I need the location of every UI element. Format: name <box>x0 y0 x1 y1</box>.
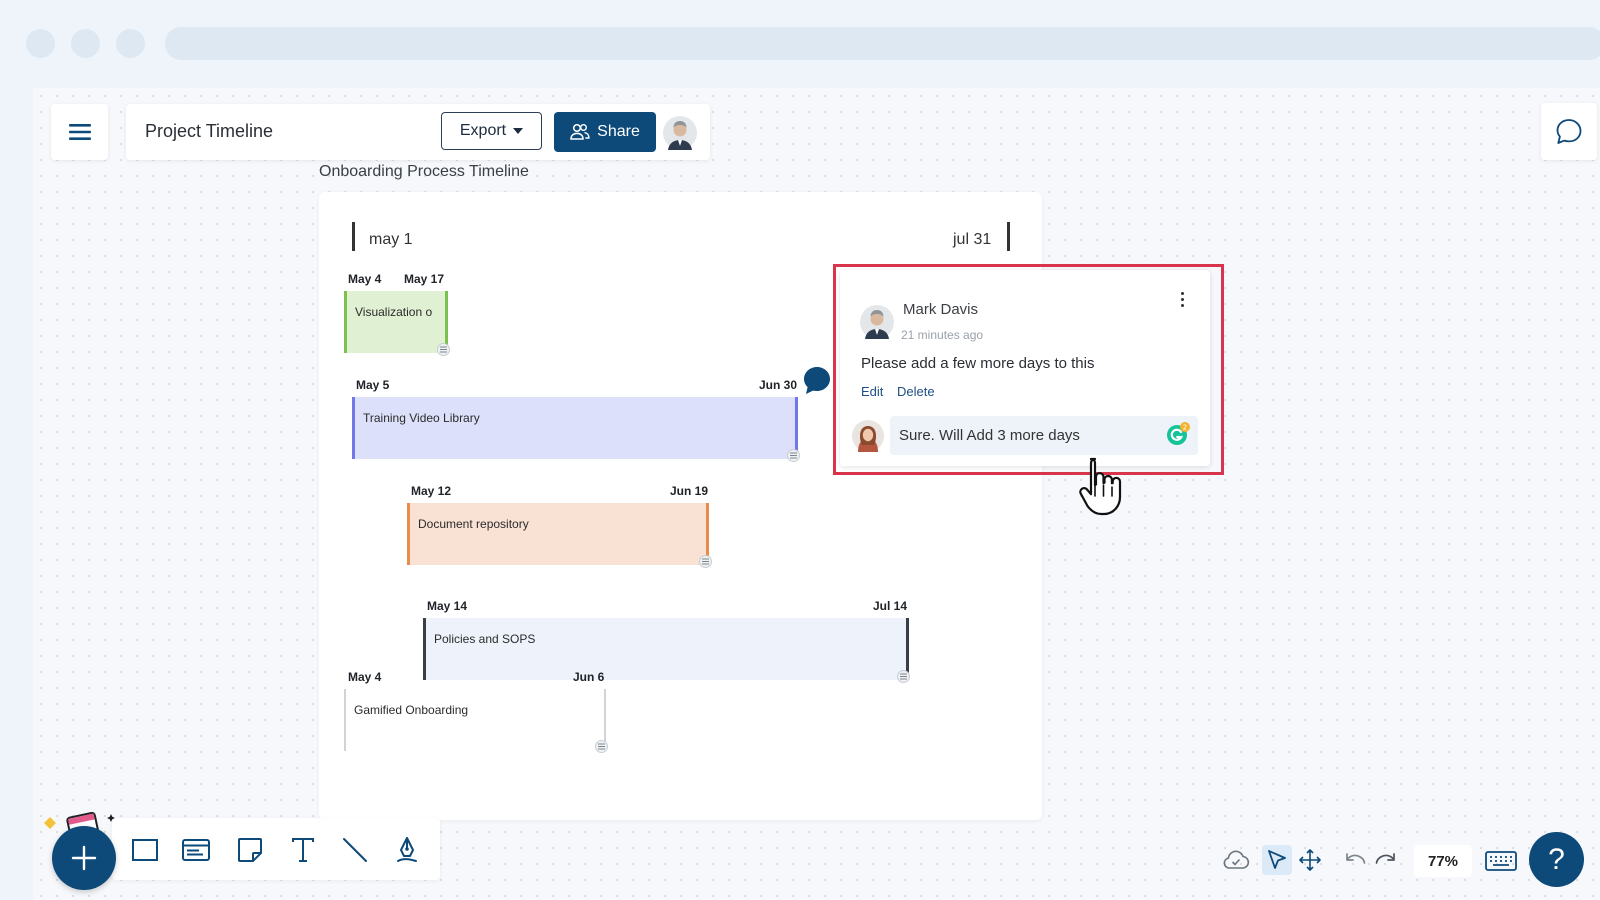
note-icon[interactable] <box>437 343 450 356</box>
bar-end-date: Jun 19 <box>670 484 709 498</box>
reply-text: Sure. Will Add 3 more days <box>899 427 1080 444</box>
cloud-icon <box>1223 850 1250 869</box>
card-tool[interactable] <box>182 836 210 864</box>
sticky-note-icon <box>238 838 262 862</box>
note-icon[interactable] <box>787 449 800 462</box>
note-icon[interactable] <box>595 740 608 753</box>
cloud-sync-button[interactable] <box>1221 845 1251 875</box>
share-button[interactable]: Share <box>554 112 656 152</box>
document-header: Project Timeline Export Share <box>126 104 710 160</box>
delete-comment-link[interactable]: Delete <box>897 384 935 399</box>
edit-comment-link[interactable]: Edit <box>861 384 883 399</box>
plus-icon <box>71 845 97 871</box>
timeline-bar[interactable]: Training Video Library <box>352 397 798 459</box>
shape-toolbar <box>112 818 440 880</box>
pen-icon <box>397 837 417 862</box>
redo-icon <box>1375 853 1395 864</box>
user-avatar[interactable] <box>663 116 697 150</box>
timeline-bar[interactable]: Visualization o <box>344 291 448 353</box>
timeline-end-marker <box>1007 222 1010 251</box>
text-icon <box>292 838 314 862</box>
rectangle-icon <box>132 839 158 861</box>
line-icon <box>343 838 367 862</box>
note-icon[interactable] <box>699 555 712 568</box>
text-tool[interactable] <box>289 836 317 864</box>
timeline-bar-label: Gamified Onboarding <box>354 703 469 717</box>
timeline-bar[interactable]: Gamified Onboarding <box>344 689 606 751</box>
timeline-bar-label: Visualization o <box>355 305 433 319</box>
pan-tool-button[interactable] <box>1295 845 1325 875</box>
help-button[interactable]: ? <box>1529 832 1584 887</box>
comments-panel-button[interactable] <box>1541 103 1597 160</box>
select-pointer-icon <box>1268 850 1286 869</box>
replier-avatar <box>852 420 884 452</box>
move-icon <box>1299 849 1321 871</box>
grammarly-count: 2 <box>1183 424 1187 432</box>
window-dot-maximize[interactable] <box>116 29 145 58</box>
user-group-icon <box>570 123 590 140</box>
bar-start-date: May 5 <box>356 378 390 392</box>
export-label: Export <box>459 122 507 139</box>
timeline-end-label: jul 31 <box>953 231 992 248</box>
comment-icon <box>1556 118 1582 144</box>
pen-tool[interactable] <box>393 836 421 864</box>
comment-marker-icon[interactable] <box>801 365 833 397</box>
undo-button[interactable] <box>1340 845 1370 875</box>
bar-end-date: May 17 <box>404 272 445 286</box>
keyboard-icon <box>1485 851 1517 871</box>
frame-title[interactable]: Onboarding Process Timeline <box>319 163 529 181</box>
add-button[interactable] <box>52 826 116 890</box>
project-title[interactable]: Project Timeline <box>145 121 273 142</box>
hand-pointer-cursor-icon <box>1079 457 1122 516</box>
address-bar[interactable] <box>165 27 1600 60</box>
timeline-bar[interactable]: Policies and SOPS <box>423 618 909 680</box>
bar-end-date: Jun 30 <box>759 378 798 392</box>
timeline-start-marker <box>352 222 355 251</box>
share-label: Share <box>597 123 640 140</box>
keyboard-shortcuts-button[interactable] <box>1485 846 1517 876</box>
sticky-note-tool[interactable] <box>236 836 264 864</box>
menu-icon <box>68 124 91 140</box>
more-options-icon[interactable] <box>1181 292 1184 307</box>
grammarly-icon[interactable]: 2 <box>1165 422 1191 446</box>
select-tool-button[interactable] <box>1262 845 1292 875</box>
main-menu-button[interactable] <box>51 104 108 160</box>
timeline-bar-label: Training Video Library <box>363 411 480 425</box>
bar-start-date: May 4 <box>348 272 382 286</box>
note-icon[interactable] <box>897 670 910 683</box>
bar-start-date: May 4 <box>348 670 382 684</box>
undo-icon <box>1346 853 1366 864</box>
commenter-avatar <box>860 305 894 339</box>
rectangle-tool[interactable] <box>131 836 159 864</box>
window-dot-minimize[interactable] <box>71 29 100 58</box>
bar-start-date: May 14 <box>427 599 468 613</box>
timeline-bar[interactable]: Document repository <box>407 503 709 565</box>
bar-end-date: Jul 14 <box>873 599 908 613</box>
timeline-start-label: may 1 <box>369 231 413 248</box>
card-icon <box>182 839 210 861</box>
comment-author: Mark Davis <box>903 301 979 318</box>
export-button[interactable]: Export <box>441 112 542 150</box>
zoom-level[interactable]: 77% <box>1414 845 1472 877</box>
reply-input[interactable]: Sure. Will Add 3 more days <box>890 416 1198 455</box>
bar-end-date: Jun 6 <box>573 670 605 684</box>
comment-timestamp: 21 minutes ago <box>901 328 984 342</box>
timeline-bar-label: Policies and SOPS <box>434 632 536 646</box>
line-tool[interactable] <box>341 836 369 864</box>
bar-start-date: May 12 <box>411 484 452 498</box>
caret-down-icon <box>513 128 524 134</box>
window-dot-close[interactable] <box>26 29 55 58</box>
comment-text: Please add a few more days to this <box>861 355 1095 372</box>
redo-button[interactable] <box>1371 845 1401 875</box>
timeline-bar-label: Document repository <box>418 517 529 531</box>
help-icon: ? <box>1548 842 1565 876</box>
